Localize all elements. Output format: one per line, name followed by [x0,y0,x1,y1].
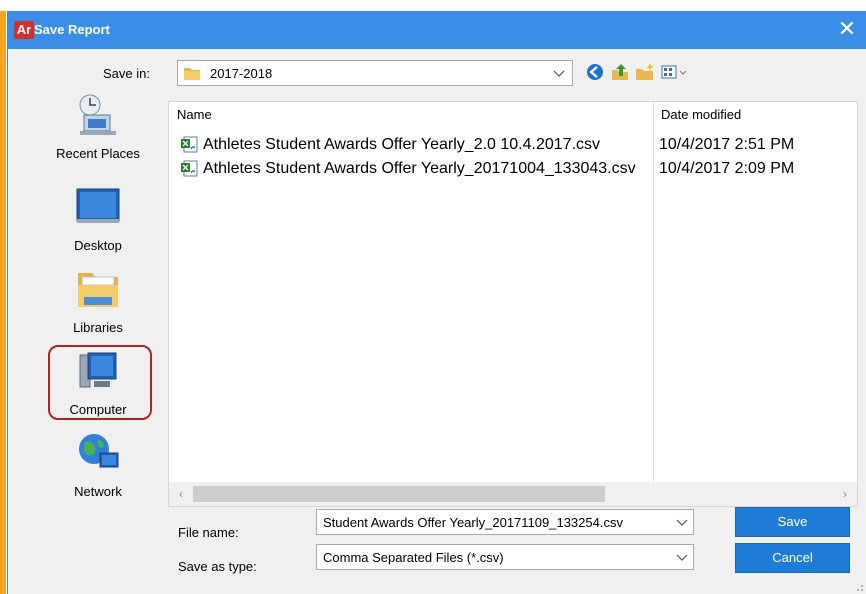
horizontal-scrollbar[interactable]: ‹ › [169,482,857,506]
up-folder-icon[interactable] [610,62,630,82]
place-desktop[interactable]: Desktop [38,185,158,253]
chevron-down-icon[interactable] [552,64,566,82]
top-border [0,0,866,11]
place-label: Libraries [73,320,123,335]
cancel-button[interactable]: Cancel [735,543,850,573]
dialog-title: Save Report [34,22,110,37]
close-button[interactable]: ✕ [827,11,866,49]
save-as-type-dropdown[interactable]: Comma Separated Files (*.csv) [316,544,694,570]
place-label: Desktop [74,238,122,253]
table-row[interactable]: Athletes Student Awards Offer Yearly_201… [169,158,859,180]
file-name-label: File name: [178,525,239,540]
chevron-down-icon[interactable] [675,513,689,531]
csv-file-icon [181,160,198,177]
save-in-dropdown[interactable]: 2017-2018 [177,60,573,86]
file-list[interactable]: Name Date modified Athletes Student Awar… [168,101,858,507]
app-accent-strip [0,0,6,594]
save-in-value: 2017-2018 [210,66,273,81]
date-modified-cell: 10/4/2017 2:51 PM [659,136,795,153]
table-row[interactable]: Athletes Student Awards Offer Yearly_2.0… [169,134,859,156]
file-name-value: Student Awards Offer Yearly_20171109_133… [323,515,623,530]
scroll-left-icon[interactable]: ‹ [173,486,189,502]
scrollbar-thumb[interactable] [193,486,605,502]
file-name-cell: Athletes Student Awards Offer Yearly_2.0… [203,136,601,153]
save-in-label: Save in: [103,66,150,81]
computer-highlight-box [48,345,152,420]
place-recent-places[interactable]: Recent Places [38,93,158,161]
file-name-input[interactable]: Student Awards Offer Yearly_20171109_133… [316,509,694,535]
column-header-name[interactable]: Name [169,102,653,128]
save-report-dialog: Ar Save Report ✕ Save in: 2017-2018 Rece… [7,11,866,594]
chevron-down-icon[interactable] [675,548,689,566]
place-network[interactable]: Network [38,431,158,499]
desktop-icon [76,188,120,223]
title-bar[interactable]: Ar Save Report ✕ [8,11,866,49]
places-bar: Recent Places Desktop Libraries Computer… [38,93,158,513]
save-as-type-label: Save as type: [178,559,257,574]
file-name-cell: Athletes Student Awards Offer Yearly_201… [203,160,636,177]
resize-grip-icon[interactable] [854,582,864,592]
save-button[interactable]: Save [735,507,850,537]
app-logo: Ar [14,21,34,39]
place-label: Recent Places [56,146,140,161]
column-header-date-modified[interactable]: Date modified [653,102,857,128]
new-folder-icon[interactable] [635,62,655,82]
place-libraries[interactable]: Libraries [38,267,158,335]
network-icon [79,434,119,468]
back-icon[interactable] [585,62,605,82]
recent-places-icon [79,94,116,135]
save-as-type-value: Comma Separated Files (*.csv) [323,550,504,565]
folder-icon [184,68,200,80]
view-menu-icon[interactable] [660,62,690,82]
scroll-right-icon[interactable]: › [837,486,853,502]
libraries-icon [78,273,118,307]
date-modified-cell: 10/4/2017 2:09 PM [659,160,795,177]
place-label: Network [74,484,122,499]
csv-file-icon [181,136,198,153]
